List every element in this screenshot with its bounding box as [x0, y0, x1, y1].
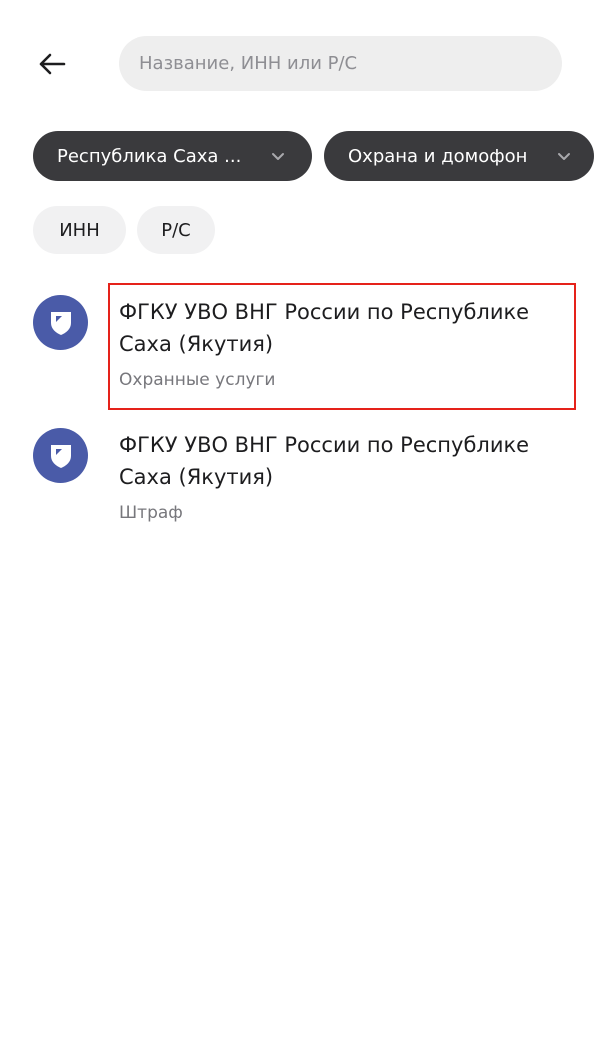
chevron-down-icon — [272, 153, 284, 160]
result-subtitle: Охранные услуги — [119, 370, 276, 390]
inn-chip[interactable]: ИНН — [33, 206, 126, 254]
account-chip-label: Р/С — [161, 219, 191, 241]
category-filter-chip[interactable]: Охрана и домофон — [324, 131, 594, 181]
organization-avatar — [33, 295, 88, 350]
result-subtitle: Штраф — [119, 503, 183, 523]
account-chip[interactable]: Р/С — [137, 206, 215, 254]
organization-avatar — [33, 428, 88, 483]
search-input[interactable] — [119, 36, 562, 91]
inn-chip-label: ИНН — [59, 219, 100, 241]
back-button[interactable] — [30, 42, 74, 86]
category-filter-label: Охрана и домофон — [348, 145, 528, 167]
result-title: ФГКУ УВО ВНГ России по Республике Саха (… — [119, 300, 530, 356]
chevron-down-icon — [558, 153, 570, 160]
region-filter-chip[interactable]: Республика Саха ... — [33, 131, 312, 181]
shield-icon — [50, 311, 71, 335]
result-item[interactable]: ФГКУ УВО ВНГ России по Республике Саха (… — [0, 285, 600, 410]
shield-icon — [50, 444, 71, 468]
result-title: ФГКУ УВО ВНГ России по Республике Саха (… — [119, 433, 530, 489]
region-filter-label: Республика Саха ... — [57, 145, 242, 167]
arrow-left-icon — [39, 53, 66, 75]
result-item[interactable]: ФГКУ УВО ВНГ России по Республике Саха (… — [0, 418, 600, 543]
filter-chips-row: Республика Саха ... Охрана и домофон — [33, 131, 600, 181]
